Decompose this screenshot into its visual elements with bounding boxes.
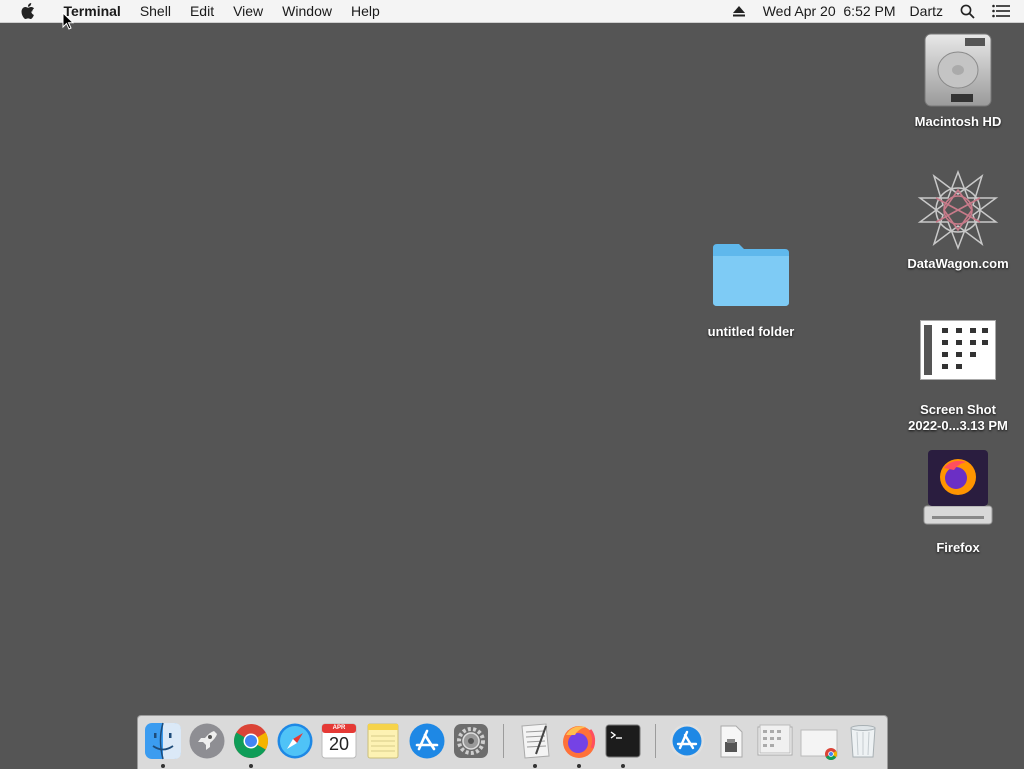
desktop-icon-untitled-folder[interactable]: untitled folder (691, 240, 811, 340)
menu-shell[interactable]: Shell (130, 0, 180, 22)
desktop-icon-label: untitled folder (707, 324, 795, 339)
firefox-icon (563, 726, 596, 758)
dock-screenshot-stack[interactable] (756, 722, 794, 760)
textedit-icon (521, 723, 550, 759)
app-store-icon (409, 723, 445, 759)
desktop-icon-label: Macintosh HD (914, 114, 1002, 129)
apple-logo-icon[interactable] (17, 0, 39, 22)
safari-icon (277, 723, 313, 759)
dock-finder[interactable] (144, 722, 182, 768)
spotlight-search-icon[interactable] (956, 0, 978, 22)
menu-help[interactable]: Help (341, 0, 389, 22)
dock-applications[interactable] (668, 722, 706, 760)
dock-separator (655, 724, 656, 758)
calendar-day: 20 (328, 734, 350, 754)
hard-drive-icon (921, 32, 995, 108)
menu-window[interactable]: Window (273, 0, 342, 22)
desktop-icon-firefox[interactable]: Firefox (898, 448, 1018, 556)
menu-clock[interactable]: Wed Apr 20 6:52 PM (756, 0, 903, 22)
desktop-icon-label-line2: 2022-0...3.13 PM (908, 418, 1008, 433)
mouse-cursor (62, 11, 75, 30)
dock-textedit[interactable] (516, 722, 554, 768)
launchpad-icon (189, 723, 225, 759)
dock: APR 20 (137, 715, 888, 769)
menu-view[interactable]: View (224, 0, 273, 22)
dock-calendar[interactable]: APR 20 (320, 722, 358, 760)
firefox-disk-image-icon (922, 448, 994, 526)
notes-icon (367, 723, 399, 759)
desktop-icon-label: Firefox (936, 540, 980, 555)
running-indicator (161, 764, 165, 768)
menu-edit[interactable]: Edit (180, 0, 223, 22)
notification-center-icon[interactable] (990, 0, 1012, 22)
system-preferences-icon (454, 724, 488, 758)
dock-trash[interactable] (844, 722, 882, 760)
terminal-icon (605, 724, 641, 758)
dock-system-preferences[interactable] (452, 722, 490, 760)
chrome-download-icon (800, 729, 838, 761)
desktop-icon-macintosh-hd[interactable]: Macintosh HD (898, 32, 1018, 130)
dock-chrome-download[interactable] (800, 722, 838, 761)
dock-separator (503, 724, 504, 758)
running-indicator (621, 764, 625, 768)
screenshot-stack-icon (757, 724, 793, 756)
dock-launchpad[interactable] (188, 722, 226, 760)
applications-folder-icon (670, 724, 704, 758)
desktop-icon-label: Screen Shot (920, 402, 996, 417)
calendar-month: APR (332, 725, 346, 731)
geometric-star-icon (916, 169, 1000, 251)
chrome-icon (234, 724, 268, 758)
document-stack-icon (720, 725, 743, 758)
menu-bar: Terminal Shell Edit View Window Help Wed… (0, 0, 1024, 23)
dock-firefox[interactable] (560, 722, 598, 768)
menu-user[interactable]: Dartz (903, 0, 950, 22)
running-indicator (577, 764, 581, 768)
eject-icon[interactable] (728, 0, 750, 22)
dock-terminal[interactable] (604, 722, 642, 768)
dock-notes[interactable] (364, 722, 402, 760)
trash-icon (850, 725, 876, 758)
running-indicator (249, 764, 253, 768)
dock-safari[interactable] (276, 722, 314, 760)
dock-chrome[interactable] (232, 722, 270, 768)
folder-icon (711, 240, 791, 308)
finder-icon (145, 722, 181, 760)
dock-app-store[interactable] (408, 722, 446, 760)
dock-documents[interactable] (712, 722, 750, 760)
desktop-icon-label-wrap: Screen Shot 2022-0...3.13 PM (898, 402, 1018, 434)
desktop-icon-label: DataWagon.com (907, 256, 1009, 271)
running-indicator (533, 764, 537, 768)
screenshot-thumbnail-icon (920, 320, 996, 380)
desktop-icon-screenshot[interactable]: Screen Shot 2022-0...3.13 PM (898, 320, 1018, 434)
desktop-icon-datawagon[interactable]: DataWagon.com (898, 169, 1018, 272)
